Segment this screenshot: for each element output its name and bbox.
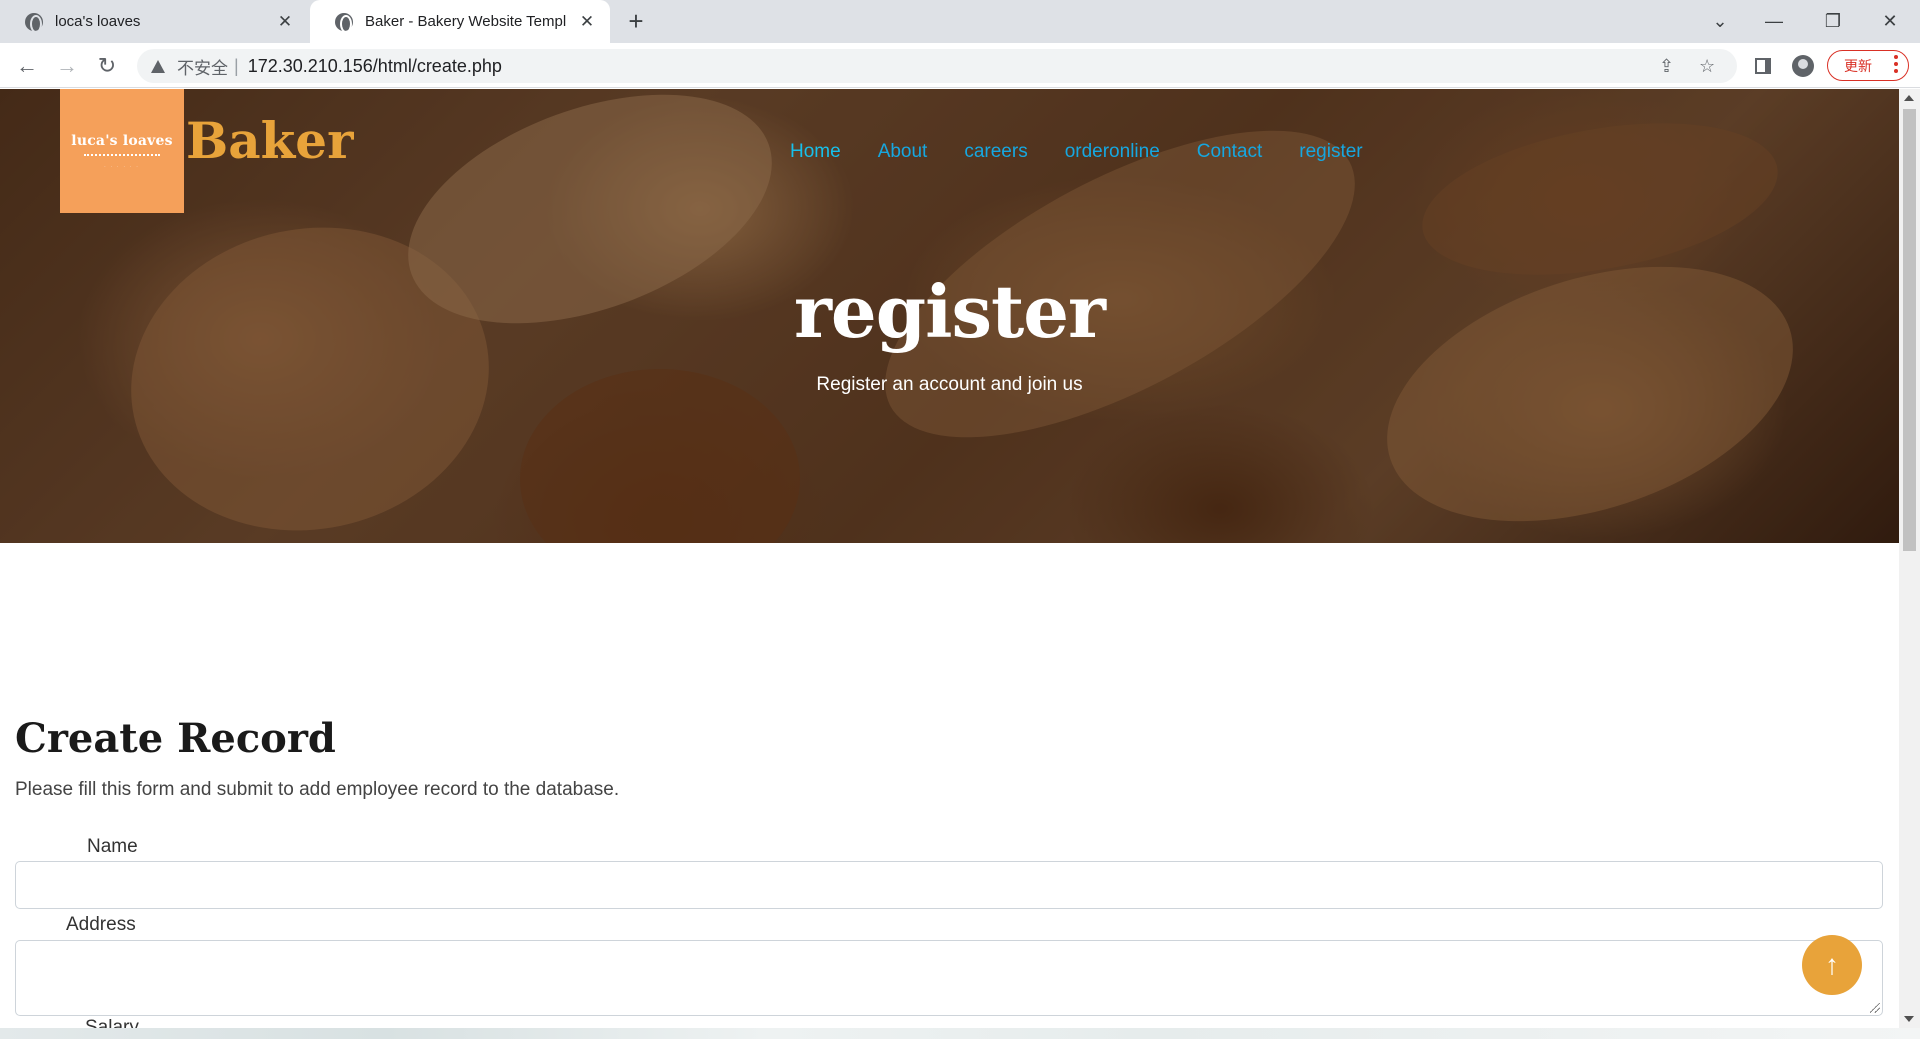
globe-icon [25, 12, 43, 33]
browser-tab-locas-loaves[interactable]: loca's loaves ✕ [0, 0, 308, 43]
logo-text: luca's loaves [71, 133, 173, 149]
hero-subtitle: Register an account and join us [816, 374, 1083, 395]
nav-careers[interactable]: careers [964, 141, 1027, 163]
form-description: Please fill this form and submit to add … [15, 779, 620, 800]
share-icon[interactable]: ⇪ [1659, 49, 1674, 83]
close-tab-icon[interactable]: ✕ [576, 11, 598, 33]
logo-tagline-decoration: · · · · · · [104, 164, 140, 169]
window-close-icon[interactable]: ✕ [1866, 0, 1914, 43]
name-label: Name [87, 836, 138, 857]
close-tab-icon[interactable]: ✕ [274, 11, 296, 33]
hero-banner: luca's loaves · · · · · · Baker Home Abo… [0, 89, 1899, 543]
browser-tab-baker[interactable]: Baker - Bakery Website Templ ✕ [310, 0, 610, 43]
back-to-top-button[interactable]: ↑ [1802, 935, 1862, 995]
address-textarea[interactable] [15, 940, 1883, 1016]
name-input[interactable] [15, 861, 1883, 909]
url-text[interactable]: 172.30.210.156/html/create.php [248, 56, 502, 77]
hero-title: register [794, 269, 1106, 354]
scroll-up-icon[interactable] [1904, 95, 1914, 101]
tab-title: Baker - Bakery Website Templ [365, 13, 567, 30]
minimize-icon[interactable]: — [1750, 0, 1798, 43]
security-label: 不安全 [177, 58, 228, 78]
update-button[interactable]: 更新 [1827, 50, 1909, 81]
arrow-up-icon: ↑ [1825, 949, 1839, 980]
new-tab-icon[interactable]: + [622, 8, 650, 36]
tab-title: loca's loaves [55, 13, 141, 30]
bookmark-star-icon[interactable]: ☆ [1699, 49, 1715, 83]
nav-register[interactable]: register [1299, 141, 1362, 163]
side-panel-icon[interactable] [1748, 51, 1778, 81]
reload-icon[interactable]: ↻ [92, 51, 122, 81]
menu-dots-icon [1894, 55, 1898, 76]
scroll-thumb[interactable] [1903, 109, 1916, 551]
globe-icon [335, 12, 353, 33]
nav-home[interactable]: Home [790, 141, 841, 163]
logo-divider [84, 154, 160, 156]
update-label: 更新 [1844, 57, 1872, 74]
address-separator: | [234, 55, 239, 76]
site-logo[interactable]: luca's loaves · · · · · · [60, 89, 184, 213]
scroll-down-icon[interactable] [1904, 1016, 1914, 1022]
nav-contact[interactable]: Contact [1197, 141, 1262, 163]
resize-grip-icon[interactable] [1870, 1003, 1880, 1013]
browser-tab-bar: loca's loaves ✕ Baker - Bakery Website T… [0, 0, 1920, 43]
salary-label: Salary [85, 1017, 139, 1028]
page-scrollbar[interactable] [1899, 89, 1920, 1028]
page-viewport: luca's loaves · · · · · · Baker Home Abo… [0, 89, 1899, 1028]
form-title: Create Record [15, 715, 336, 762]
back-arrow-icon[interactable]: ← [12, 51, 42, 81]
nav-about[interactable]: About [878, 141, 928, 163]
address-label: Address [66, 914, 136, 935]
forward-arrow-icon[interactable]: → [52, 51, 82, 81]
browser-toolbar: ← → ↻ 不安全 | 172.30.210.156/html/create.p… [0, 43, 1920, 88]
taskbar-strip [0, 1028, 1920, 1039]
profile-avatar-icon[interactable] [1788, 51, 1818, 81]
nav-orderonline[interactable]: orderonline [1065, 141, 1160, 163]
tab-search-chevron-icon[interactable]: ⌄ [1696, 0, 1744, 43]
main-nav: Home About careers orderonline Contact r… [790, 141, 1400, 163]
restore-icon[interactable]: ❐ [1809, 0, 1857, 43]
address-bar[interactable]: 不安全 | 172.30.210.156/html/create.php ⇪ ☆ [137, 49, 1737, 83]
warning-icon [151, 59, 165, 73]
brand-name[interactable]: Baker [186, 111, 353, 170]
